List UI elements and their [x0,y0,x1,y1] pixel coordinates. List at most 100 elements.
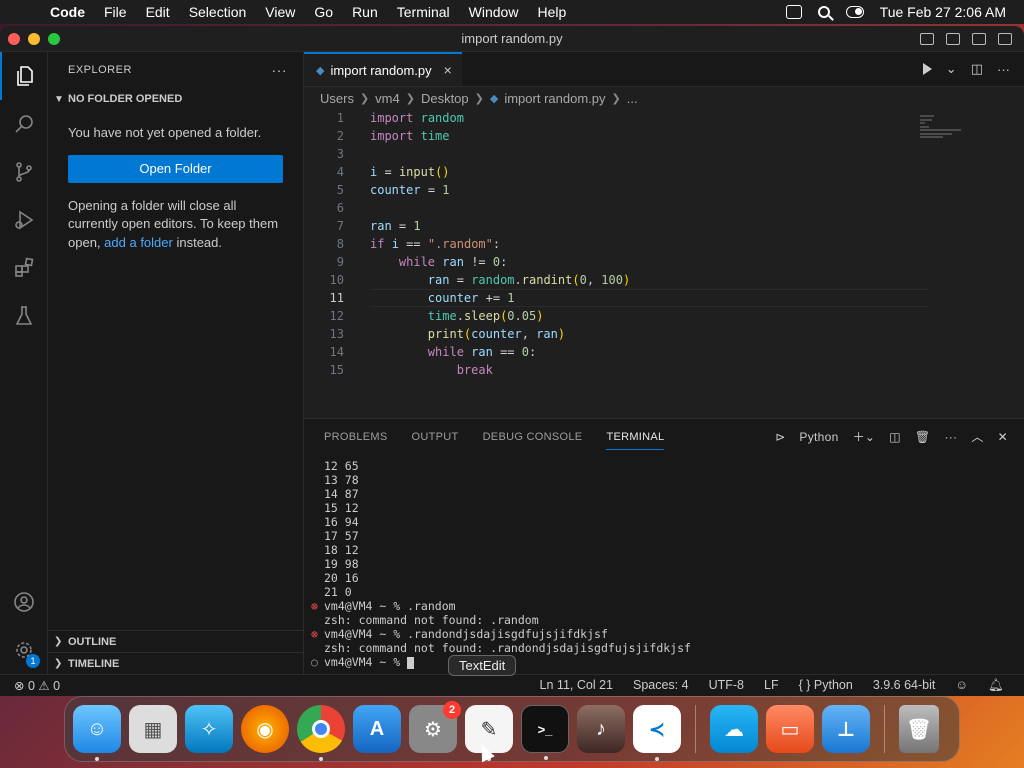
close-tab-icon[interactable]: × [444,62,452,78]
breadcrumb-file[interactable]: import random.py [504,91,605,106]
dock-tooltip: TextEdit [448,655,517,676]
menu-file[interactable]: File [104,4,127,20]
add-folder-link[interactable]: add a folder [104,235,173,250]
menu-edit[interactable]: Edit [146,4,170,20]
encoding[interactable]: UTF-8 [709,678,744,693]
notifications-bell-icon[interactable]: 🔔︎ [988,678,1004,693]
extensions-icon[interactable] [0,244,48,292]
open-folder-hint: Opening a folder will close all currentl… [48,197,303,253]
current-line-highlight [370,289,928,307]
weather-icon[interactable]: ☁ [710,705,758,753]
menu-view[interactable]: View [265,4,295,20]
trash-icon[interactable]: 🗑︎ [899,705,939,753]
tab-debug-console[interactable]: DEBUG CONSOLE [483,431,583,443]
code-editor[interactable]: 1 import random 2 import time 3 4i = input… [304,109,1024,418]
code-line: 15 break [329,363,493,377]
open-folder-button[interactable]: Open Folder [68,154,283,183]
split-terminal-icon[interactable]: ◫ [889,430,901,444]
keynote-icon[interactable]: ⊥ [822,705,870,753]
terminal-line: 16 94 [324,515,359,529]
hint-text-a: Opening a folder will close all currentl… [68,197,279,250]
language-mode[interactable]: { } Python [799,678,853,693]
screen-mirroring-icon[interactable] [785,5,802,19]
menu-terminal[interactable]: Terminal [397,4,450,20]
garageband-icon[interactable]: ♪ [577,705,625,753]
minimize-window-button[interactable] [28,32,40,45]
command-error-icon: ⊗ [311,627,318,641]
breadcrumb-users[interactable]: Users [320,91,354,106]
maximize-panel-icon[interactable]: ︿ [971,428,983,445]
menu-help[interactable]: Help [537,4,566,20]
terminal-icon[interactable]: >_ [521,705,569,760]
run-dropdown-chevron-icon[interactable]: ⌄ [946,61,957,77]
terminal-shell-label[interactable]: Python [799,430,838,444]
feedback-icon[interactable]: ☺ [955,678,968,693]
menubar-clock[interactable]: Tue Feb 27 2:06 AM [880,4,1006,20]
control-center-icon[interactable] [845,6,864,18]
minimap[interactable] [920,115,966,145]
editor-more-actions-icon[interactable]: ··· [997,62,1010,77]
cursor-position[interactable]: Ln 11, Col 21 [540,678,613,693]
testing-icon[interactable] [0,292,48,340]
problems-status[interactable]: ⊗ 0 ⚠ 0 [14,678,60,693]
breadcrumb: Users ❯ vm4 ❯ Desktop ❯ ◆ import random.… [304,87,1024,109]
toggle-primary-sidebar-icon[interactable] [920,32,934,45]
safari-icon[interactable]: ✧ [185,705,233,753]
panel-more-actions-icon[interactable]: ··· [944,430,957,444]
explorer-title: EXPLORER [68,64,132,76]
menu-run[interactable]: Run [352,4,378,20]
spotlight-search-icon[interactable] [817,6,830,18]
terminal-line: 18 12 [324,543,359,557]
vscode-icon[interactable]: ≺ [633,705,681,761]
launchpad-icon[interactable]: ▦ [129,705,177,753]
end-of-line[interactable]: LF [764,678,779,693]
chrome-icon[interactable] [297,705,345,761]
code-line: 9 while ran != 0: [336,255,508,269]
split-editor-icon[interactable]: ◫ [971,61,983,77]
outline-section-header[interactable]: ❯ OUTLINE [48,630,303,652]
timeline-section-header[interactable]: ❯ TIMELINE [48,652,303,674]
breadcrumb-symbols[interactable]: ... [627,91,638,106]
search-icon[interactable] [0,100,48,148]
code-line: 4i = input() [336,165,450,179]
menu-window[interactable]: Window [469,4,519,20]
tab-problems[interactable]: PROBLEMS [324,431,388,443]
menu-go[interactable]: Go [314,4,333,20]
close-panel-icon[interactable]: ✕ [998,430,1008,444]
breadcrumb-desktop[interactable]: Desktop [421,91,469,106]
breadcrumb-vm4[interactable]: vm4 [375,91,400,106]
accounts-icon[interactable] [0,578,48,626]
toggle-secondary-sidebar-icon[interactable] [972,32,986,45]
explorer-more-actions-icon[interactable]: ··· [272,62,288,78]
source-control-icon[interactable] [0,148,48,196]
editor-tab-active[interactable]: ◆ import random.py × [304,52,462,86]
zoom-window-button[interactable] [48,32,60,45]
menu-app-name[interactable]: Code [50,4,85,20]
tab-output[interactable]: OUTPUT [412,431,459,443]
terminal-line: 17 57 [324,529,359,543]
manage-gear-icon[interactable]: 1 [0,626,48,674]
firefox-icon[interactable]: ◉ [241,705,289,753]
menu-selection[interactable]: Selection [189,4,247,20]
code-line: 1 import random [336,111,464,125]
indentation[interactable]: Spaces: 4 [633,678,689,693]
customize-layout-icon[interactable] [998,32,1012,45]
system-settings-icon[interactable]: ⚙ 2 [409,701,461,753]
app-store-icon[interactable]: A [353,705,401,753]
no-folder-section-header[interactable]: ▼ NO FOLDER OPENED [48,88,303,110]
kill-terminal-icon[interactable]: 🗑 [915,430,931,444]
finder-icon[interactable]: ☺ [73,705,121,761]
close-window-button[interactable] [8,32,20,45]
terminal-output[interactable]: 12 65 13 78 14 87 15 12 16 94 17 57 18 1… [304,454,1024,669]
toggle-panel-icon[interactable] [946,32,960,45]
tab-terminal[interactable]: TERMINAL [606,431,665,450]
explorer-icon[interactable] [0,52,48,100]
python-interpreter[interactable]: 3.9.6 64-bit [873,678,936,693]
run-python-file-icon[interactable] [922,63,932,75]
terminal-prompt-line: ⊗ vm4@VM4 ~ % .random [311,599,456,613]
terminal-line: 12 65 [324,459,359,473]
run-debug-icon[interactable] [0,196,48,244]
screen-sharing-icon[interactable]: ▭ [766,705,814,753]
new-terminal-icon[interactable]: ＋⌄ [853,428,876,445]
terminal-shell-icon: ⊳ [775,429,786,444]
